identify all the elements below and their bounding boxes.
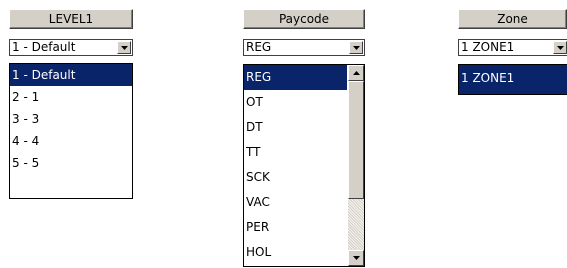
list-item[interactable]: TT [244,140,347,165]
chevron-down-icon [352,256,360,260]
paycode-dropdown-widget: Paycode REG REG OT DT TT SCK VAC PER HOL [243,9,365,267]
zone-column-header[interactable]: Zone [458,9,567,29]
paycode-dropdown-button[interactable] [349,41,363,54]
list-item[interactable]: 2 - 1 [10,86,132,108]
list-item[interactable]: 1 ZONE1 [459,65,567,94]
level1-dropdown-button[interactable] [117,41,131,54]
list-item[interactable]: HOL [244,240,347,265]
list-item[interactable]: OT [244,90,347,115]
list-item[interactable]: 5 - 5 [10,152,132,174]
scroll-up-button[interactable] [348,65,364,81]
list-item[interactable]: DT [244,115,347,140]
list-item[interactable]: VAC [244,190,347,215]
paycode-header-label: Paycode [278,12,330,26]
chevron-down-icon [556,45,564,50]
zone-options-list[interactable]: 1 ZONE1 [458,64,567,95]
scroll-down-button[interactable] [348,250,364,266]
zone-combo-box[interactable]: 1 ZONE1 [458,39,567,56]
level1-column-header[interactable]: LEVEL1 [9,9,133,29]
paycode-combo-box[interactable]: REG [243,39,365,56]
level1-selected-value: 1 - Default [12,40,76,54]
list-item[interactable]: 1 - Default [10,64,132,86]
chevron-down-icon [352,45,360,50]
list-item[interactable]: PER [244,215,347,240]
paycode-options-list[interactable]: REG OT DT TT SCK VAC PER HOL [243,64,365,267]
level1-options-list[interactable]: 1 - Default 2 - 1 3 - 3 4 - 4 5 - 5 [9,63,133,199]
zone-dropdown-widget: Zone 1 ZONE1 1 ZONE1 [458,9,567,95]
paycode-selected-value: REG [246,40,272,54]
chevron-down-icon [120,45,128,50]
paycode-column-header[interactable]: Paycode [243,9,365,29]
level1-dropdown-widget: LEVEL1 1 - Default 1 - Default 2 - 1 3 -… [9,9,133,199]
paycode-vertical-scrollbar[interactable] [348,65,364,266]
list-item[interactable]: 4 - 4 [10,130,132,152]
zone-dropdown-button[interactable] [553,41,567,54]
zone-selected-value: 1 ZONE1 [461,40,515,54]
level1-combo-box[interactable]: 1 - Default [9,39,133,56]
zone-header-label: Zone [497,12,528,26]
list-item[interactable]: 3 - 3 [10,108,132,130]
level1-header-label: LEVEL1 [48,12,94,26]
chevron-up-icon [352,71,360,75]
list-item[interactable]: SCK [244,165,347,190]
scrollbar-thumb[interactable] [348,81,364,199]
list-item[interactable]: REG [244,65,347,90]
